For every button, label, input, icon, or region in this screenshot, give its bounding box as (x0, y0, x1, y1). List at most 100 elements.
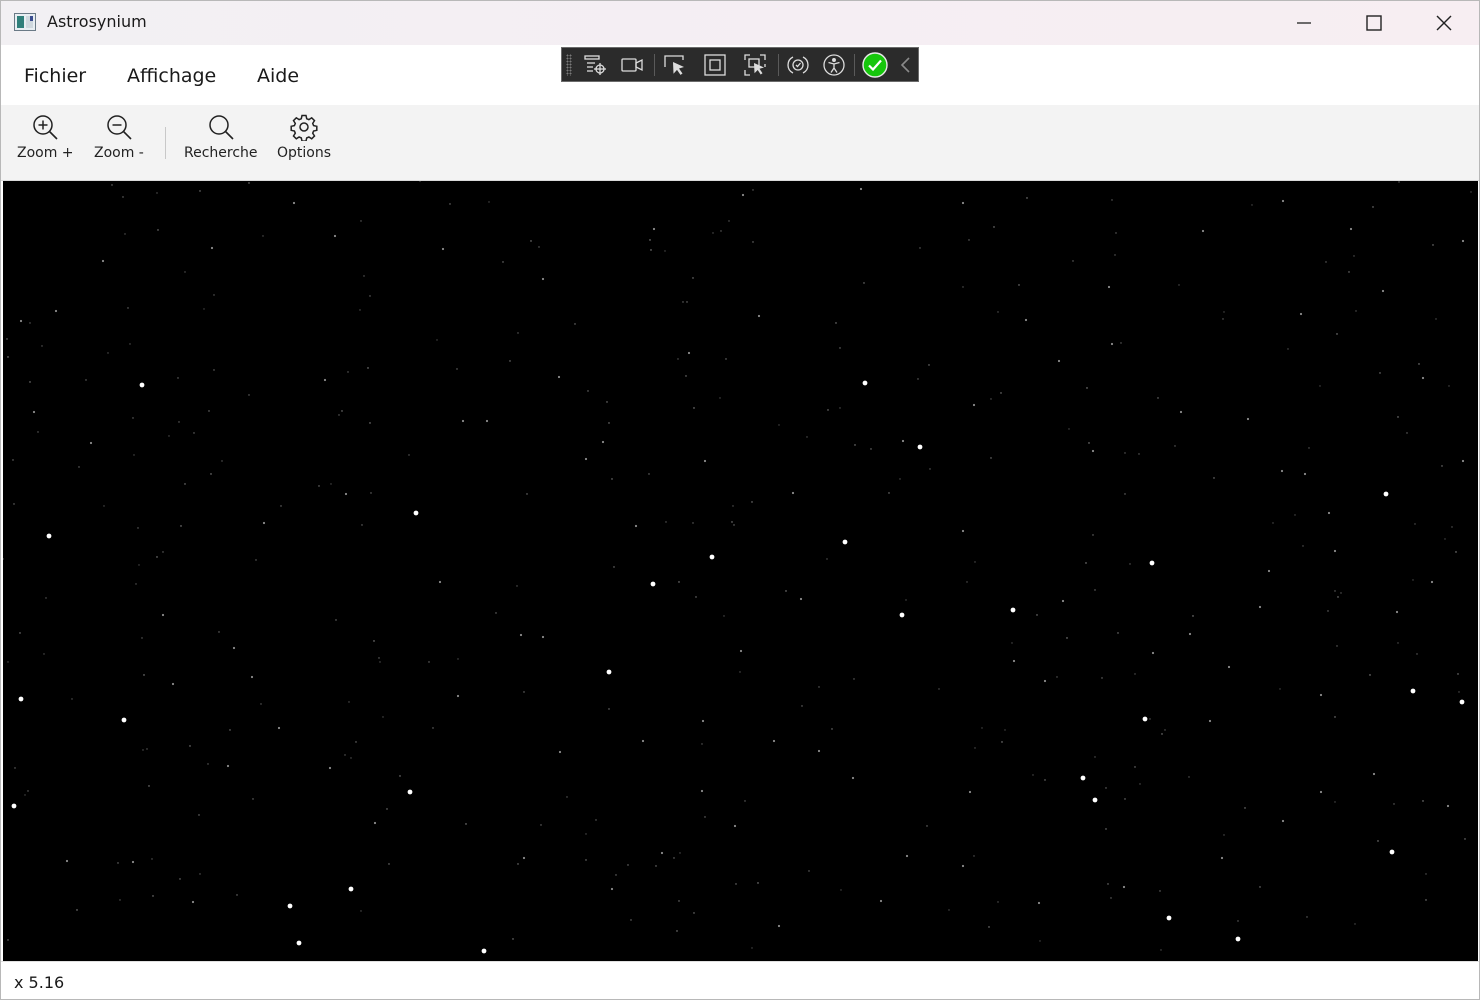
star (1334, 590, 1336, 592)
star (1308, 447, 1310, 449)
star (831, 728, 833, 730)
star (993, 226, 995, 228)
star (456, 694, 460, 698)
star (152, 895, 154, 897)
star (1149, 560, 1155, 566)
minimize-button[interactable] (1269, 1, 1339, 45)
star (407, 789, 413, 795)
star (7, 661, 9, 663)
star (731, 521, 733, 523)
star (917, 378, 919, 380)
star (1425, 899, 1427, 901)
star (226, 764, 230, 768)
star (37, 431, 39, 433)
star (1105, 828, 1107, 830)
star (1267, 569, 1271, 573)
star (1151, 651, 1155, 655)
star (287, 903, 293, 909)
zoom-in-button[interactable]: Zoom + (17, 113, 74, 161)
star (601, 440, 605, 444)
menu-affichage[interactable]: Affichage (127, 65, 216, 87)
star (827, 409, 829, 411)
star (127, 307, 129, 309)
close-icon (1436, 15, 1452, 31)
star (870, 448, 872, 450)
star (495, 612, 497, 614)
star (141, 637, 143, 639)
collapse-debug-toolbar-button[interactable] (894, 51, 918, 79)
star (899, 612, 905, 618)
menu-fichier[interactable]: Fichier (24, 65, 86, 87)
star (1039, 940, 1041, 942)
star (1011, 642, 1013, 644)
star (135, 583, 137, 585)
title-bar[interactable]: Astrosynium (1, 1, 1479, 45)
accessibility-button[interactable] (819, 51, 849, 79)
star (18, 696, 24, 702)
star (709, 554, 715, 560)
star-field-view[interactable] (3, 181, 1478, 961)
star (687, 351, 691, 355)
star (981, 727, 983, 729)
options-button[interactable]: Options (277, 113, 331, 161)
menu-aide[interactable]: Aide (257, 65, 299, 87)
star (1085, 562, 1087, 564)
star (516, 585, 518, 587)
hot-reload-status-button[interactable] (860, 51, 890, 79)
star (481, 948, 487, 954)
star (919, 247, 921, 249)
star (27, 790, 29, 792)
close-button[interactable] (1409, 1, 1479, 45)
star (32, 410, 36, 414)
star (1124, 493, 1126, 495)
search-button[interactable]: Recherche (184, 113, 258, 161)
star (703, 459, 707, 463)
star (162, 551, 164, 553)
star (179, 878, 181, 880)
star (1188, 632, 1192, 636)
video-button[interactable] (617, 51, 647, 79)
star (1018, 284, 1020, 286)
star (1091, 449, 1095, 453)
star (13, 503, 15, 505)
star (207, 763, 209, 765)
star (1379, 372, 1381, 374)
star (1327, 511, 1331, 515)
star (973, 855, 975, 857)
drag-grip-icon[interactable] (566, 54, 572, 76)
options-label: Options (277, 145, 332, 161)
star (1080, 775, 1086, 781)
star (1383, 491, 1389, 497)
star (1124, 452, 1126, 454)
track-focus-button[interactable] (740, 51, 770, 79)
zoom-out-button[interactable]: Zoom - (94, 113, 144, 161)
star (1455, 551, 1457, 553)
star (1142, 716, 1148, 722)
star (1157, 397, 1159, 399)
star (14, 767, 16, 769)
select-element-button[interactable] (660, 51, 690, 79)
live-visual-tree-button[interactable] (580, 51, 610, 79)
display-layout-adorners-button[interactable] (700, 51, 730, 79)
maximize-button[interactable] (1339, 1, 1409, 45)
binding-failures-button[interactable] (783, 51, 813, 79)
star (1026, 197, 1028, 199)
star (574, 323, 576, 325)
star (997, 901, 999, 903)
star (151, 858, 153, 860)
star (335, 619, 337, 621)
star (1111, 199, 1113, 201)
star (203, 308, 205, 310)
star (1134, 673, 1136, 675)
star (679, 852, 681, 854)
star (678, 581, 680, 583)
star (1425, 873, 1427, 875)
star (704, 816, 706, 818)
star (901, 439, 905, 443)
star (1161, 733, 1163, 735)
star (344, 492, 348, 496)
star (1115, 232, 1117, 234)
star (1043, 679, 1047, 683)
star (43, 653, 45, 655)
star (11, 803, 17, 809)
